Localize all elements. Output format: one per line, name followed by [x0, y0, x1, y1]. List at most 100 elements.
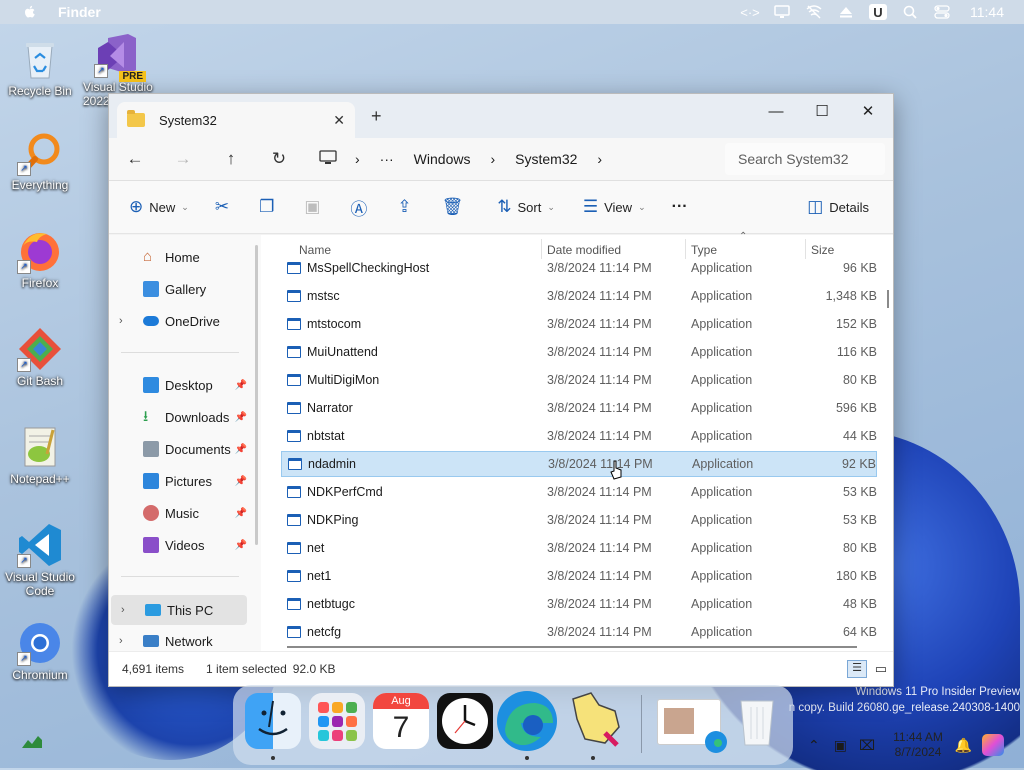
pin-icon[interactable]: 📌: [235, 508, 247, 519]
close-window-button[interactable]: ✕: [845, 98, 891, 126]
tray-clock[interactable]: 11:44 AM 8/7/2024: [893, 730, 943, 760]
desktop-icon-notepad-plus-plus[interactable]: Notepad++: [0, 424, 80, 486]
details-pane-button[interactable]: ◫ Details: [807, 191, 869, 223]
nav-item-home[interactable]: ⌂ Home: [109, 243, 249, 271]
this-pc-breadcrumb-icon[interactable]: [319, 149, 337, 169]
desktop-icon-everything[interactable]: ↗ Everything: [0, 130, 80, 192]
new-button[interactable]: ⊕ New ⌄: [129, 191, 189, 223]
nav-item-desktop[interactable]: Desktop 📌: [109, 371, 249, 399]
close-tab-icon[interactable]: ✕: [333, 112, 345, 129]
active-app-name[interactable]: Finder: [58, 4, 101, 20]
nav-item-this-pc[interactable]: › This PC: [111, 595, 247, 625]
widgets-icon[interactable]: [20, 734, 44, 750]
u-icon[interactable]: U: [869, 4, 887, 20]
forward-button[interactable]: →: [169, 145, 197, 173]
tiles-view-toggle-icon[interactable]: ▭: [875, 661, 887, 677]
breadcrumb[interactable]: › ··· Windows › System32 ›: [315, 143, 715, 175]
more-options-button[interactable]: ···: [672, 191, 688, 223]
finder-icon[interactable]: [245, 693, 301, 749]
vertical-scrollbar[interactable]: [887, 290, 889, 308]
table-row[interactable]: NDKPing 3/8/2024 11:14 PM Application 53 KB: [281, 507, 877, 533]
search-icon[interactable]: [901, 4, 919, 20]
display-tray-icon[interactable]: ▣: [834, 737, 847, 754]
launchpad-icon[interactable]: [309, 693, 365, 749]
cut-button[interactable]: ✂: [215, 191, 235, 223]
back-button[interactable]: ←: [121, 145, 149, 173]
pin-icon[interactable]: 📌: [235, 476, 247, 487]
network-off-icon[interactable]: [805, 4, 823, 20]
delete-button[interactable]: 🗑: [442, 191, 470, 223]
tab-system32[interactable]: System32 ✕: [117, 102, 355, 138]
desktop-icon-recycle-bin[interactable]: Recycle Bin: [0, 36, 80, 98]
pointer-app-icon[interactable]: [565, 689, 625, 749]
edge-window-thumbnail[interactable]: [657, 699, 727, 753]
table-row[interactable]: MuiUnattend 3/8/2024 11:14 PM Application 1…: [281, 339, 877, 365]
chevron-right-icon[interactable]: ›: [119, 315, 133, 327]
horizontal-scrollbar[interactable]: [287, 646, 857, 648]
table-row[interactable]: Narrator 3/8/2024 11:14 PM Application 596 …: [281, 395, 877, 421]
table-row[interactable]: MultiDigiMon 3/8/2024 11:14 PM Application…: [281, 367, 877, 393]
rename-button[interactable]: Ⓐ: [350, 191, 373, 223]
table-row[interactable]: net 3/8/2024 11:14 PM Application 80 KB: [281, 535, 877, 561]
desktop-icon-git-bash[interactable]: ↗ Git Bash: [0, 326, 80, 388]
maximize-button[interactable]: ☐: [799, 98, 845, 126]
copy-button[interactable]: ❐: [259, 191, 280, 223]
share-button[interactable]: ⇪: [397, 191, 417, 223]
nav-item-pictures[interactable]: Pictures 📌: [109, 467, 249, 495]
eject-icon[interactable]: [837, 4, 855, 20]
breadcrumb-item-windows[interactable]: Windows: [414, 151, 471, 167]
chevron-right-icon[interactable]: ›: [119, 635, 133, 647]
sort-button[interactable]: ⇅ Sort ⌄: [497, 191, 555, 223]
menubar-clock[interactable]: 11:44: [970, 4, 1004, 20]
display-icon[interactable]: [773, 4, 791, 20]
clock-icon[interactable]: [437, 693, 493, 749]
nav-scrollbar[interactable]: [255, 245, 258, 545]
details-view-toggle-icon[interactable]: ☰: [847, 660, 867, 678]
refresh-button[interactable]: ↻: [265, 145, 293, 173]
new-tab-button[interactable]: +: [371, 106, 382, 127]
paste-button[interactable]: ▣: [304, 191, 326, 223]
pin-icon[interactable]: 📌: [235, 412, 247, 423]
apple-icon[interactable]: [22, 4, 38, 20]
table-row[interactable]: ndadmin 3/8/2024 11:14 PM Application 92 KB: [281, 451, 877, 477]
table-row[interactable]: MsSpellCheckingHost 3/8/2024 11:14 PM Appl…: [281, 255, 877, 281]
table-row[interactable]: mstsc 3/8/2024 11:14 PM Application 1,348 K…: [281, 283, 877, 309]
table-row[interactable]: NDKPerfCmd 3/8/2024 11:14 PM Application 53…: [281, 479, 877, 505]
desktop-icon-chromium[interactable]: ↗ Chromium: [0, 620, 80, 682]
chevron-right-icon[interactable]: ›: [121, 604, 135, 616]
search-input[interactable]: Search System32: [725, 143, 885, 175]
view-button[interactable]: ☰ View ⌄: [583, 191, 646, 223]
nav-item-documents[interactable]: Documents 📌: [109, 435, 249, 463]
network-disconnected-icon[interactable]: ⌧: [859, 737, 875, 754]
application-file-icon: [287, 626, 301, 638]
calendar-icon[interactable]: Aug 7: [373, 693, 429, 749]
pin-icon[interactable]: 📌: [235, 380, 247, 391]
table-row[interactable]: nbtstat 3/8/2024 11:14 PM Application 44 KB: [281, 423, 877, 449]
desktop-icon-vscode[interactable]: ↗ Visual Studio Code: [0, 522, 80, 598]
pin-icon[interactable]: 📌: [235, 444, 247, 455]
copilot-icon[interactable]: [982, 734, 1005, 756]
chevron-up-icon[interactable]: ⌃: [808, 737, 820, 754]
code-icon[interactable]: <·>: [740, 4, 760, 20]
nav-item-network[interactable]: › Network: [109, 627, 249, 652]
nav-item-music[interactable]: Music 📌: [109, 499, 249, 527]
desktop-icon-firefox[interactable]: ↗ Firefox: [0, 228, 80, 290]
table-row[interactable]: net1 3/8/2024 11:14 PM Application 180 KB: [281, 563, 877, 589]
nav-item-videos[interactable]: Videos 📌: [109, 531, 249, 559]
trash-icon[interactable]: [729, 693, 785, 749]
title-bar[interactable]: System32 ✕ + — ☐ ✕: [109, 94, 893, 138]
notification-bell-icon[interactable]: 🔔: [955, 737, 972, 754]
table-row[interactable]: mtstocom 3/8/2024 11:14 PM Application 152 …: [281, 311, 877, 337]
edge-icon[interactable]: [495, 689, 559, 753]
pin-icon[interactable]: 📌: [235, 540, 247, 551]
minimize-button[interactable]: —: [753, 98, 799, 126]
up-button[interactable]: ↑: [217, 145, 245, 173]
table-row[interactable]: netbtugc 3/8/2024 11:14 PM Application 48 K…: [281, 591, 877, 617]
control-center-icon[interactable]: [933, 4, 951, 20]
breadcrumb-item-system32[interactable]: System32: [515, 151, 577, 167]
nav-item-downloads[interactable]: ⭳ Downloads 📌: [109, 403, 249, 431]
breadcrumb-more[interactable]: ···: [380, 151, 394, 167]
table-row[interactable]: netcfg 3/8/2024 11:14 PM Application 64 KB: [281, 619, 877, 645]
nav-item-gallery[interactable]: Gallery: [109, 275, 249, 303]
nav-item-onedrive[interactable]: › OneDrive: [109, 307, 249, 335]
